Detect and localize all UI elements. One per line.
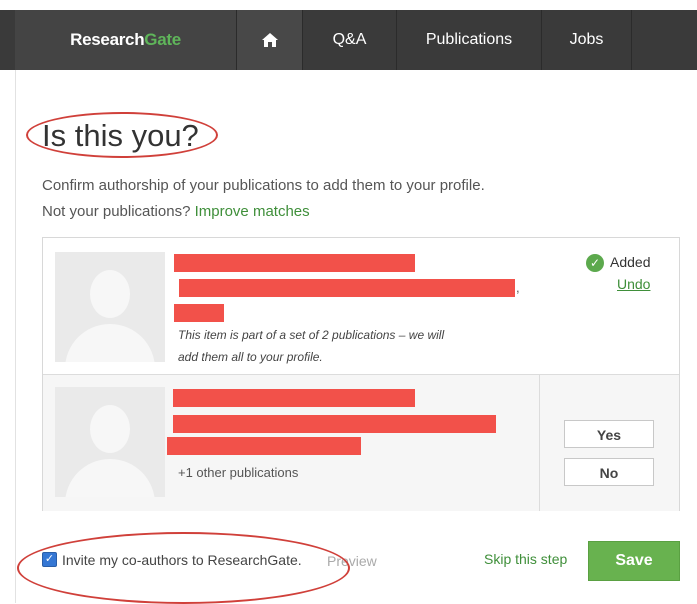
nav-item-qa[interactable]: Q&A xyxy=(302,10,396,70)
publication-list: , This item is part of a set of 2 public… xyxy=(42,237,680,511)
improve-matches-link[interactable]: Improve matches xyxy=(195,203,310,220)
save-button[interactable]: Save xyxy=(588,541,680,581)
nav-spacer xyxy=(631,10,697,70)
redacted-title xyxy=(174,254,415,272)
skip-step-link[interactable]: Skip this step xyxy=(484,551,567,567)
nav-item-publications[interactable]: Publications xyxy=(396,10,541,70)
nav-home[interactable] xyxy=(236,10,302,70)
other-publications-text[interactable]: +1 other publications xyxy=(178,465,298,480)
yes-button[interactable]: Yes xyxy=(564,420,654,448)
redacted-source xyxy=(167,437,361,455)
brand-text-gate: Gate xyxy=(144,30,181,49)
brand-text-research: Research xyxy=(70,30,145,49)
publication-item-2: +1 other publications Yes No xyxy=(43,374,679,511)
top-nav-bar: ResearchGate Q&A Publications Jobs xyxy=(0,10,697,70)
added-label: Added xyxy=(610,254,651,270)
author-avatar-placeholder xyxy=(55,387,165,497)
set-note: This item is part of a set of 2 publicat… xyxy=(178,324,444,368)
row-divider xyxy=(539,375,540,511)
undo-link[interactable]: Undo xyxy=(617,276,650,292)
check-circle-icon: ✓ xyxy=(586,254,604,273)
page-left-border xyxy=(15,70,16,603)
researchgate-logo[interactable]: ResearchGate xyxy=(15,10,236,70)
intro-line-2-prefix: Not your publications? xyxy=(42,203,191,220)
set-note-line-1: This item is part of a set of 2 publicat… xyxy=(178,328,445,342)
author-separator: , xyxy=(516,280,520,295)
redacted-authors xyxy=(179,279,515,297)
set-note-line-2: add them all to your profile. xyxy=(178,350,323,364)
redacted-authors xyxy=(173,415,496,433)
intro-text: Confirm authorship of your publications … xyxy=(42,173,485,225)
redacted-source xyxy=(174,304,224,322)
intro-line-2: Not your publications? Improve matches xyxy=(42,199,485,225)
redacted-title xyxy=(173,389,415,407)
annotation-oval-invite xyxy=(17,532,350,604)
no-button[interactable]: No xyxy=(564,458,654,486)
intro-line-1: Confirm authorship of your publications … xyxy=(42,177,485,194)
home-icon xyxy=(261,32,278,47)
author-avatar-placeholder xyxy=(55,252,165,362)
added-status: ✓ Added xyxy=(586,254,651,273)
nav-item-jobs[interactable]: Jobs xyxy=(541,10,631,70)
annotation-oval-heading xyxy=(26,112,218,158)
